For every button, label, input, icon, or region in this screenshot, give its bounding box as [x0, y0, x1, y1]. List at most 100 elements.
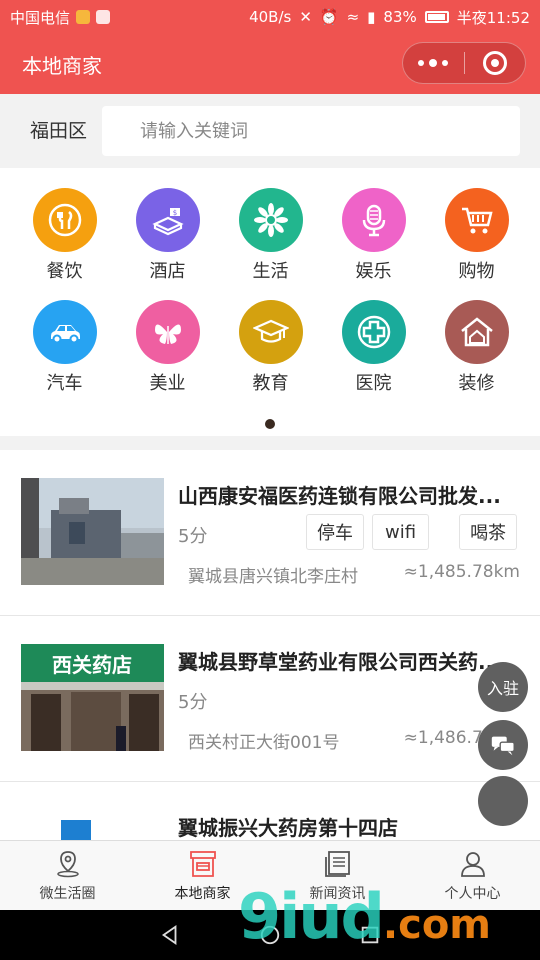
wifi-icon: ≈ [346, 8, 360, 26]
category-car[interactable]: 汽车 [13, 300, 116, 396]
category-label: 酒店 [149, 261, 186, 282]
signal-icon: ▮ [367, 8, 376, 26]
category-icon-bg [444, 188, 509, 252]
merchant-name: 山西康安福医药连锁有限公司批发... [178, 484, 501, 508]
store-sign-text: 西关药店 [52, 653, 132, 677]
alarm-icon: ⏰ [319, 8, 339, 26]
category-shopping[interactable]: 购物 [425, 188, 528, 284]
merchant-list[interactable]: 山西康安福医药连锁有限公司批发... 5分 停车 wifi 喝茶 翼城县唐兴镇北… [0, 450, 540, 840]
category-catering[interactable]: 餐饮 [13, 188, 116, 284]
search-input[interactable] [102, 106, 520, 156]
category-icon-bg: $ [135, 188, 200, 252]
network-speed: 40B/s [249, 8, 292, 26]
merchant-address: 翼城县唐兴镇北李庄村 [188, 567, 358, 587]
category-icon-bg [444, 300, 509, 364]
butterfly-icon [154, 324, 181, 344]
tab-label: 新闻资讯 [309, 885, 366, 902]
district-selector[interactable]: 福田区 [30, 116, 87, 143]
merchant-distance: ≈1,485.78km [403, 562, 520, 582]
tab-micro-life[interactable]: 微生活圈 [0, 841, 135, 910]
more-dot [429, 59, 438, 67]
shopping-cart-icon [461, 207, 493, 234]
system-nav-bar [0, 910, 540, 960]
merchant-photo: 西关药店 [21, 644, 164, 751]
tag-wifi: wifi [372, 514, 430, 550]
close-miniprogram-button[interactable] [464, 43, 525, 83]
category-label: 娱乐 [355, 261, 392, 282]
search-box[interactable] [102, 106, 520, 156]
category-hotel[interactable]: $ 酒店 [116, 188, 219, 284]
carrier-label: 中国电信 [10, 8, 71, 27]
category-label: 教育 [252, 373, 289, 394]
merchant-photo [21, 478, 164, 585]
user-icon [460, 851, 485, 877]
merchant-tags: 停车 wifi 喝茶 [306, 514, 518, 550]
svg-text:$: $ [172, 209, 176, 217]
battery-icon [424, 11, 449, 23]
category-life[interactable]: 生活 [219, 188, 322, 284]
search-area: 福田区 [0, 94, 540, 168]
navbar: 本地商家 [0, 34, 540, 94]
page-indicator-dot [265, 419, 275, 429]
tab-profile[interactable]: 个人中心 [405, 841, 540, 910]
wechat-icon [96, 10, 111, 24]
tab-label: 微生活圈 [39, 885, 96, 902]
more-dots-icon [418, 60, 425, 66]
join-button[interactable]: 入驻 [478, 662, 528, 712]
chat-bubbles-icon [491, 736, 515, 756]
category-beauty[interactable]: 美业 [116, 300, 219, 396]
car-icon [50, 325, 80, 344]
category-label: 汽车 [46, 373, 83, 394]
category-label: 医院 [355, 373, 392, 394]
tab-local-merchants[interactable]: 本地商家 [135, 841, 270, 910]
category-label: 美业 [149, 373, 186, 394]
clock: 半夜11:52 [456, 8, 530, 27]
storefront-icon [189, 850, 216, 877]
more-menu-button[interactable] [403, 43, 464, 83]
category-label: 餐饮 [46, 261, 83, 282]
tag-tea: 喝茶 [459, 514, 518, 550]
category-entertainment[interactable]: 娱乐 [322, 188, 425, 284]
category-grid: 餐饮 $ 酒店 生活 娱乐 购物 汽车 美业 教育 医院 装修 [13, 188, 527, 396]
category-icon-bg [135, 300, 200, 364]
merchant-item[interactable]: 山西康安福医药连锁有限公司批发... 5分 停车 wifi 喝茶 翼城县唐兴镇北… [0, 450, 540, 616]
page-title: 本地商家 [22, 53, 102, 78]
category-icon-bg [341, 300, 406, 364]
category-hospital[interactable]: 医院 [322, 300, 425, 396]
tab-bar: 微生活圈 本地商家 新闻资讯 个人中心 [0, 840, 540, 910]
close-circle-icon [482, 51, 507, 75]
home-circle-icon[interactable] [259, 924, 281, 946]
category-icon-bg [32, 300, 97, 364]
battery-percent: 83% [383, 8, 417, 26]
merchant-item[interactable]: 西关药店 翼城县野草堂药业有限公司西关药... 5分 西关村正大街001号 ≈1… [0, 616, 540, 782]
category-renovation[interactable]: 装修 [425, 300, 528, 396]
house-icon [460, 317, 493, 347]
recents-square-icon[interactable] [359, 924, 381, 946]
merchant-score: 5分 [178, 692, 208, 713]
category-icon-bg [238, 300, 303, 364]
category-label: 装修 [458, 373, 495, 394]
merchant-score: 5分 [178, 526, 208, 547]
more-action-button[interactable] [478, 776, 528, 826]
category-label: 购物 [458, 261, 495, 282]
miniprogram-capsule [402, 42, 526, 84]
chat-button[interactable] [478, 720, 528, 770]
hotel-bed-icon: $ [151, 208, 184, 236]
category-education[interactable]: 教育 [219, 300, 322, 396]
medical-cross-icon [357, 315, 390, 349]
fork-knife-icon [48, 203, 81, 237]
more-dot [442, 60, 449, 66]
news-icon [324, 850, 350, 877]
graduation-cap-icon [252, 319, 289, 343]
back-triangle-icon[interactable] [159, 924, 181, 946]
tag-parking: 停车 [306, 514, 364, 550]
category-icon-bg [32, 188, 97, 252]
merchant-item[interactable]: 翼城振兴大药房第十四店 [0, 782, 540, 840]
category-label: 生活 [252, 261, 289, 282]
notification-icon [76, 10, 91, 24]
category-panel: 餐饮 $ 酒店 生活 娱乐 购物 汽车 美业 教育 医院 装修 [0, 168, 540, 436]
merchant-photo [21, 810, 164, 840]
mute-icon: ✕ [299, 8, 312, 26]
merchant-address: 西关村正大街001号 [188, 733, 340, 753]
tab-news[interactable]: 新闻资讯 [270, 841, 405, 910]
